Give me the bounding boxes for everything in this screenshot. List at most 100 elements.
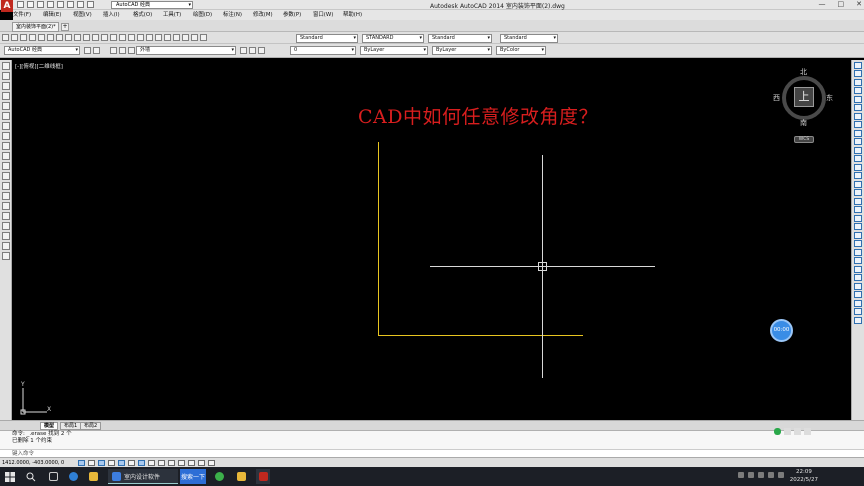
menu-dimension[interactable]: 标注(N) xyxy=(223,10,253,20)
move-icon[interactable] xyxy=(854,104,862,111)
undo-icon[interactable] xyxy=(67,1,74,8)
ime-punct-icon[interactable] xyxy=(794,428,801,435)
copy-icon[interactable] xyxy=(65,34,72,41)
dimension-aligned-icon[interactable] xyxy=(854,223,862,230)
ellipse-icon[interactable] xyxy=(1,152,10,160)
rotate-icon[interactable] xyxy=(854,112,862,120)
taskbar-clock[interactable]: 22:09 2022/5/27 xyxy=(790,468,818,484)
menu-parameter[interactable]: 参数(P) xyxy=(283,10,313,20)
wcs-menu[interactable]: WCS xyxy=(794,136,814,143)
menu-help[interactable]: 帮助(H) xyxy=(343,10,373,20)
windows-logo-icon[interactable] xyxy=(3,469,17,484)
new-icon[interactable] xyxy=(17,1,24,8)
fillet-icon[interactable] xyxy=(854,189,862,196)
grid-toggle[interactable] xyxy=(88,460,95,466)
scale-icon[interactable] xyxy=(854,121,862,128)
join-icon[interactable] xyxy=(854,172,862,179)
dropdown-icon[interactable] xyxy=(87,1,94,8)
dimension-arc-icon[interactable] xyxy=(854,231,862,239)
lightbulb-icon[interactable] xyxy=(119,47,126,54)
trim-icon[interactable] xyxy=(854,138,862,145)
save-file-icon[interactable] xyxy=(20,34,27,41)
coordinates-readout[interactable]: 1412.0000, -403.0000, 0 xyxy=(2,459,64,467)
drawing-canvas[interactable] xyxy=(0,0,864,486)
tray-icon-4[interactable] xyxy=(768,472,774,478)
snap-toggle[interactable] xyxy=(78,460,85,466)
dyn-toggle[interactable] xyxy=(158,460,165,466)
new-tab-button[interactable]: + xyxy=(61,23,69,31)
hatch-icon[interactable] xyxy=(1,202,10,210)
layer-dropdown[interactable]: 外墙 ▾ xyxy=(136,46,236,55)
autocad-taskbar-icon[interactable] xyxy=(256,469,270,484)
baseline-icon[interactable] xyxy=(854,265,862,273)
dim-edit-icon[interactable] xyxy=(854,299,862,307)
menu-edit[interactable]: 编辑(E) xyxy=(43,10,73,20)
text-style-dropdown[interactable]: Standard ▾ xyxy=(296,34,358,43)
make-current-icon[interactable] xyxy=(240,47,247,54)
am-toggle[interactable] xyxy=(208,460,215,466)
markup-icon[interactable] xyxy=(191,34,198,41)
line-icon[interactable] xyxy=(1,62,10,70)
document-tab[interactable]: 室内装饰平面(2)* xyxy=(12,22,59,32)
osnap-toggle[interactable] xyxy=(118,460,125,466)
arc-icon[interactable] xyxy=(1,112,10,120)
sun-icon[interactable] xyxy=(128,47,135,54)
gradient-icon[interactable] xyxy=(1,212,10,220)
table-style-dropdown[interactable]: Standard ▾ xyxy=(428,34,492,43)
zoom-realtime-icon[interactable] xyxy=(128,34,135,41)
new-file-icon[interactable] xyxy=(2,34,9,41)
save-icon[interactable] xyxy=(37,1,44,8)
layer-state-icon[interactable] xyxy=(258,47,265,54)
pan-icon[interactable] xyxy=(119,34,126,41)
search-icon[interactable] xyxy=(24,469,38,484)
minimize-button[interactable]: — xyxy=(819,0,826,8)
make-block-icon[interactable] xyxy=(1,182,10,190)
publish-icon[interactable] xyxy=(47,34,54,41)
3dosnap-toggle[interactable] xyxy=(128,460,135,466)
ime-toolbar[interactable] xyxy=(774,428,811,435)
maximize-button[interactable]: □ xyxy=(838,0,845,8)
folder-icon[interactable] xyxy=(234,469,248,484)
menu-view[interactable]: 视图(V) xyxy=(73,10,103,20)
plot-style-dropdown[interactable]: ByColor ▾ xyxy=(496,46,546,55)
lwt-toggle[interactable] xyxy=(168,460,175,466)
edge-icon[interactable] xyxy=(66,469,80,484)
point-icon[interactable] xyxy=(1,192,10,200)
workspace-settings-icon[interactable] xyxy=(84,47,91,54)
tolerance-icon[interactable] xyxy=(854,282,862,290)
layer-properties-icon[interactable] xyxy=(110,47,117,54)
polyline-icon[interactable] xyxy=(1,82,10,90)
dimension-radius-icon[interactable] xyxy=(854,240,862,247)
print-file-icon[interactable] xyxy=(29,34,36,41)
360-icon[interactable] xyxy=(212,469,226,484)
autocad-logo-icon[interactable]: A xyxy=(1,0,13,12)
tab-model[interactable]: 模型 xyxy=(40,422,59,430)
tab-layout2[interactable]: 布局2 xyxy=(80,422,102,430)
break-icon[interactable] xyxy=(854,163,862,171)
workspace-select[interactable]: AutoCAD 经典 ▾ xyxy=(4,46,80,55)
dimension-style-dropdown[interactable]: STANDARD ▾ xyxy=(362,34,424,43)
tool-palette-icon[interactable] xyxy=(173,34,180,41)
spline-icon[interactable] xyxy=(1,142,10,150)
lineweight-dropdown[interactable]: ByLayer ▾ xyxy=(432,46,492,55)
task-view-icon[interactable] xyxy=(46,469,60,484)
dimension-linear-icon[interactable] xyxy=(854,214,862,222)
menu-format[interactable]: 格式(O) xyxy=(133,10,163,20)
zoom-previous-icon[interactable] xyxy=(146,34,153,41)
compass-south[interactable]: 南 xyxy=(800,118,807,128)
stretch-icon[interactable] xyxy=(854,129,862,137)
print-icon[interactable] xyxy=(57,1,64,8)
polygon-icon[interactable] xyxy=(1,92,10,100)
insert-block-icon[interactable] xyxy=(1,172,10,180)
taskbar-app[interactable]: 室内设计软件 xyxy=(108,469,178,484)
menu-modify[interactable]: 修改(M) xyxy=(253,10,283,20)
redo-icon[interactable] xyxy=(77,1,84,8)
multileader-style-dropdown[interactable]: Standard ▾ xyxy=(500,34,558,43)
calculator-icon[interactable] xyxy=(200,34,207,41)
viewcube[interactable]: 上 北 南 东 西 xyxy=(773,68,833,128)
zoom-window-icon[interactable] xyxy=(137,34,144,41)
linetype-dropdown[interactable]: ByLayer ▾ xyxy=(360,46,428,55)
redo-tb-icon[interactable] xyxy=(110,34,117,41)
gear-icon[interactable] xyxy=(93,47,100,54)
break-at-point-icon[interactable] xyxy=(854,155,862,162)
